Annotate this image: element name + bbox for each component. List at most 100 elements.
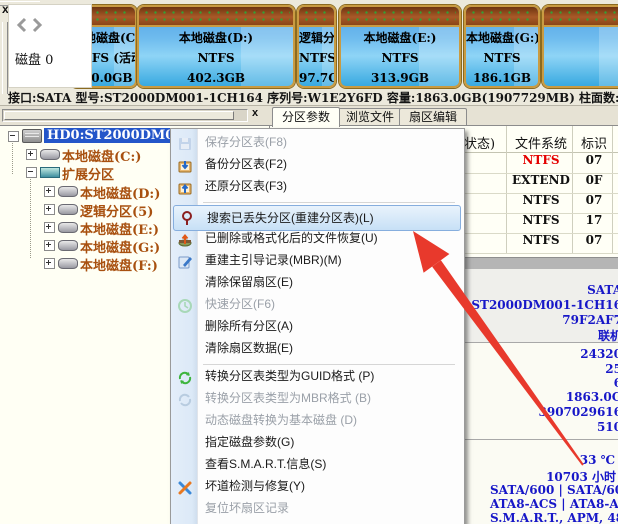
partition-bar-top-band (544, 7, 618, 27)
convert-cycle-icon (177, 370, 193, 386)
expand-icon[interactable] (44, 204, 55, 215)
partition-size: 186.1GB (466, 70, 538, 87)
collapse-icon[interactable] (8, 131, 19, 142)
expand-icon[interactable] (44, 240, 55, 251)
menu-rebuild-mbr[interactable]: 重建主引导记录(MBR)(M) (172, 251, 461, 273)
menu-recover-deleted-files[interactable]: 已删除或格式化后的文件恢复(U) (172, 229, 461, 251)
partition-icon (58, 222, 78, 233)
diskgenius-window: x 本地磁盘(C:) NTFS (活动) 100.0GB 本地磁盘(D:) NT… (0, 0, 618, 524)
info-interface: SATA (587, 283, 618, 297)
partition-bar-top-band (139, 7, 293, 27)
cell-filesystem: NTFS (509, 153, 573, 173)
info-serial: 79F2AF7 (562, 313, 618, 327)
horizontal-scrollbar[interactable] (2, 109, 248, 122)
menu-reset-bad-sector-records[interactable]: 复位坏扇区记录 (172, 499, 461, 521)
partition-name: 本地磁盘(G:) (466, 30, 538, 47)
menu-view-smart-info[interactable]: 查看S.M.A.R.T.信息(S) (172, 455, 461, 477)
partition-icon (58, 204, 78, 215)
partition-size: 97.7GB (299, 70, 334, 87)
partition-icon (40, 149, 60, 160)
partition-fs: NTFS (139, 50, 293, 67)
tab-partition-params[interactable]: 分区参数 (272, 107, 340, 127)
column-filesystem: 文件系统 (509, 133, 573, 152)
file-recovery-icon (177, 232, 193, 248)
menu-convert-to-guid[interactable]: 转换分区表类型为GUID格式 (P) (172, 367, 461, 389)
partition-bar-e[interactable]: 本地磁盘(E:) NTFS 313.9GB (339, 5, 461, 88)
info-temperature: 33 ℃ (580, 453, 615, 467)
cell-id: 07 (575, 153, 613, 173)
search-icon (179, 210, 195, 226)
menu-delete-all-partitions[interactable]: 删除所有分区(A) (172, 317, 461, 339)
menu-bad-sector-check[interactable]: 坏道检测与修复(Y) (172, 477, 461, 499)
collapse-icon[interactable] (26, 167, 37, 178)
info-total-sectors: 3907029616 (539, 405, 618, 419)
backup-icon (177, 158, 193, 174)
edit-pen-icon (177, 254, 193, 270)
cell-filesystem: NTFS (509, 193, 573, 213)
menu-clear-reserved-sectors[interactable]: 清除保留扇区(E) (172, 273, 461, 295)
cell-id: 17 (575, 213, 613, 233)
info-features: S.M.A.R.T., APM, 48b (490, 511, 618, 524)
cell-id: 0F (575, 173, 613, 193)
menu-restore-partition-table[interactable]: 还原分区表(F3) (172, 177, 461, 199)
expand-icon[interactable] (26, 149, 37, 160)
menu-dynamic-to-basic[interactable]: 动态磁盘转换为基本磁盘 (D) (172, 411, 461, 433)
menu-quick-partition[interactable]: 快速分区(F6) (172, 295, 461, 317)
column-id: 标识 (575, 133, 613, 152)
menu-specify-disk-params[interactable]: 指定磁盘参数(G) (172, 433, 461, 455)
extended-partition-icon (40, 167, 60, 178)
partition-bar-top-band (341, 7, 459, 27)
info-bytes-per-sector: 510 (597, 420, 618, 434)
cell-filesystem: NTFS (509, 213, 573, 233)
menu-search-lost-partitions[interactable]: 搜索已丢失分区(重建分区表)(L) (173, 205, 461, 231)
menu-separator (203, 364, 455, 365)
info-cylinders: 24320 (580, 347, 618, 361)
cell-id: 07 (575, 233, 613, 253)
partition-name: 本地磁盘(E:) (341, 30, 459, 47)
expand-icon[interactable] (44, 186, 55, 197)
restore-icon (177, 180, 193, 196)
partition-bar-d[interactable]: 本地磁盘(D:) NTFS 402.3GB (137, 5, 295, 88)
partition-name: 逻辑分区(5) (299, 30, 334, 47)
partition-icon (58, 240, 78, 251)
pane-close-icon[interactable]: x (252, 107, 258, 119)
menu-clear-sector-data[interactable]: 清除扇区数据(E) (172, 339, 461, 361)
tab-browse-files[interactable]: 浏览文件 (336, 108, 404, 126)
info-sectors: 6 (614, 376, 618, 390)
tree-item-label: 扩展分区 (62, 164, 114, 183)
context-menu: 保存分区表(F8) 备份分区表(F2) 还原分区表(F3) 搜索已丢失分区(重建… (170, 128, 465, 524)
partition-bar-partial[interactable] (542, 5, 618, 88)
info-transfer-mode: SATA/600 | SATA/600 (490, 483, 618, 497)
disk-info-line: 接口:SATA 型号:ST2000DM001-1CH164 序列号:W1E2Y6… (8, 89, 618, 105)
info-standard: ATA8-ACS | ATA8-ACS (490, 497, 618, 511)
tree-item-label: 本地磁盘(F:) (80, 255, 158, 274)
info-model: ST2000DM001-1CH16 (471, 298, 618, 312)
partition-size: 402.3GB (139, 70, 293, 87)
expand-icon[interactable] (44, 222, 55, 233)
partition-name: 本地磁盘(D:) (139, 30, 293, 47)
partition-bar-logical[interactable]: 逻辑分区(5) NTFS (隐藏) 97.7GB (297, 5, 336, 88)
menu-separator (203, 202, 455, 203)
tools-icon (177, 480, 193, 496)
expand-icon[interactable] (44, 258, 55, 269)
prev-disk-icon[interactable] (15, 17, 28, 33)
disk-label: 磁盘 0 (15, 49, 53, 68)
convert-cycle-disabled-icon (177, 392, 193, 408)
partition-fs: NTFS (341, 50, 459, 67)
menu-save-partition-table[interactable]: 保存分区表(F8) (172, 133, 461, 155)
menu-backup-partition-table[interactable]: 备份分区表(F2) (172, 155, 461, 177)
partition-icon (58, 186, 78, 197)
next-disk-icon[interactable] (31, 17, 44, 33)
tab-sector-edit[interactable]: 扇区编辑 (399, 108, 467, 126)
partition-icon (58, 258, 78, 269)
partition-bar-top-band (466, 7, 538, 27)
menu-convert-to-mbr[interactable]: 转换分区表类型为MBR格式 (B) (172, 389, 461, 411)
partition-bar-g[interactable]: 本地磁盘(G:) NTFS 186.1GB (464, 5, 540, 88)
info-heads: 25 (605, 362, 618, 376)
partition-fs: NTFS (466, 50, 538, 67)
info-capacity: 1863.0G (566, 390, 618, 404)
cell-id: 07 (575, 193, 613, 213)
partition-bar-top-band (299, 7, 334, 27)
clock-icon (177, 298, 193, 314)
hard-drive-icon (22, 129, 42, 143)
